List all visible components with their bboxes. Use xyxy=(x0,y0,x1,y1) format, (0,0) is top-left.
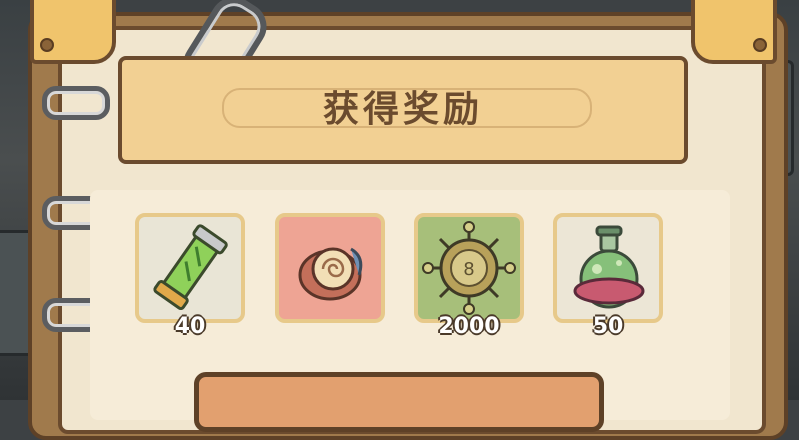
bronze-disc-icon: 8 xyxy=(422,221,516,315)
binder-ring-icon xyxy=(42,86,110,120)
reward-slot[interactable]: 8 2000 xyxy=(414,213,524,339)
reward-slot[interactable] xyxy=(275,213,385,323)
scroll-tube-icon xyxy=(153,224,228,311)
reward-slot[interactable]: 50 xyxy=(553,213,663,339)
confirm-button[interactable] xyxy=(194,372,604,432)
title-banner: 获得奖励 xyxy=(118,56,688,164)
reward-count: 50 xyxy=(592,314,624,339)
reward-count: 2000 xyxy=(438,314,500,339)
panel-title: 获得奖励 xyxy=(322,89,483,130)
potion-flask-icon xyxy=(573,225,645,309)
corner-bracket-right xyxy=(691,0,777,64)
bolt-icon xyxy=(40,38,54,52)
corner-bracket-left xyxy=(30,0,116,64)
reward-count: 40 xyxy=(174,314,206,339)
shell-icon xyxy=(298,247,363,301)
bolt-icon xyxy=(753,38,767,52)
svg-text:8: 8 xyxy=(463,259,474,280)
reward-slot[interactable]: 40 xyxy=(135,213,245,339)
